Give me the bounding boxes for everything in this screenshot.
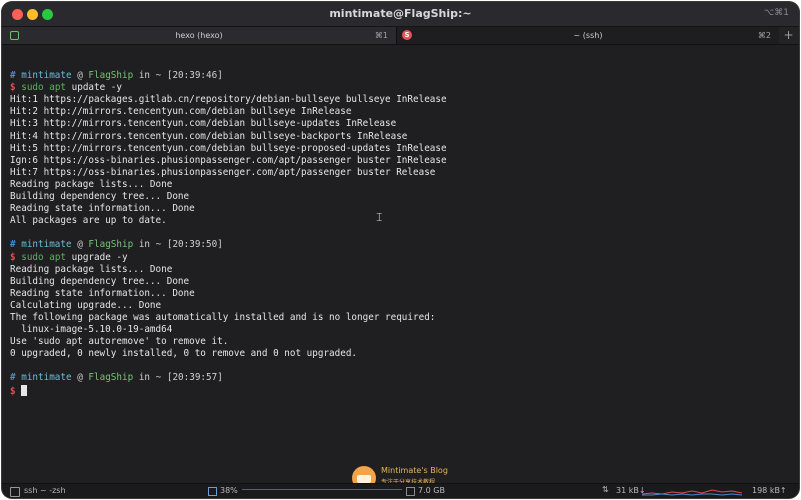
output-line: Reading package lists... Done <box>10 263 173 275</box>
command-line: $ sudo apt update -y <box>10 82 790 94</box>
title-bar[interactable]: mintimate@FlagShip:~ ⌥⌘1 <box>2 2 799 27</box>
prompt-host: FlagShip <box>88 70 134 82</box>
command-args: upgrade -y <box>71 251 128 263</box>
output-line: Hit:5 http://mirrors.tencentyun.com/debi… <box>10 142 447 154</box>
output-line: Calculating upgrade... Done <box>10 299 162 311</box>
tab-label: ~ (ssh) <box>573 31 603 40</box>
prompt-in: in <box>138 372 151 384</box>
memory-icon <box>406 487 415 496</box>
prompt-hash: # <box>10 372 16 384</box>
prompt-host: FlagShip <box>88 372 134 384</box>
command-name: sudo <box>21 251 44 263</box>
watermark-name: Mintimate's Blog <box>381 466 448 475</box>
output-line: Hit:7 https://oss-binaries.phusionpassen… <box>10 166 436 178</box>
output-line: Ign:6 https://oss-binaries.phusionpassen… <box>10 154 447 166</box>
output-line: Hit:1 https://packages.gitlab.cn/reposit… <box>10 94 447 106</box>
tab-label: hexo (hexo) <box>175 31 223 40</box>
output-line: linux-image-5.10.0-19-amd64 <box>10 324 173 336</box>
tab-shortcut: ⌘2 <box>757 31 771 40</box>
status-memory: 7.0 GB <box>418 486 445 495</box>
window-title: mintimate@FlagShip:~ <box>329 7 472 20</box>
prompt-time: [20:39:57] <box>166 372 223 384</box>
prompt-dir: ~ <box>155 70 162 82</box>
prompt-line: # mintimate @ FlagShip in ~ [20:39:57] <box>10 372 790 384</box>
tab-shortcut: ⌘1 <box>374 31 388 40</box>
cpu-icon <box>208 487 217 496</box>
terminal-output[interactable]: # mintimate @ FlagShip in ~ [20:39:46] $ … <box>10 58 790 478</box>
text-cursor[interactable] <box>21 384 28 396</box>
folder-icon <box>10 487 20 497</box>
output-line: Reading state information... Done <box>10 287 195 299</box>
cpu-graph <box>242 489 402 494</box>
prompt-at: @ <box>77 372 83 384</box>
input-line: $ <box>10 384 790 397</box>
output-line: Building dependency tree... Done <box>10 275 190 287</box>
prompt-time: [20:39:50] <box>166 239 223 251</box>
status-bar: ssh ~ -zsh 38% 7.0 GB ⇅ 31 kB↓ 198 kB↑ <box>2 483 799 498</box>
output-line: The following package was automatically … <box>10 311 436 323</box>
prompt-dollar: $ <box>10 251 16 263</box>
prompt-time: [20:39:46] <box>166 70 223 82</box>
text-ibeam-icon: 𝙸 <box>375 210 384 224</box>
prompt-hash: # <box>10 70 16 82</box>
tab-ssh[interactable]: S ~ (ssh) ⌘2 <box>396 27 779 44</box>
status-net-up: 198 kB↑ <box>752 486 787 495</box>
command-args: update -y <box>71 82 122 94</box>
prompt-at: @ <box>77 239 83 251</box>
prompt-dir: ~ <box>155 372 162 384</box>
output-line: All packages are up to date. <box>10 215 167 227</box>
command-subname: apt <box>49 251 67 263</box>
tab-hexo[interactable]: hexo (hexo) ⌘1 <box>2 27 396 44</box>
network-icon: ⇅ <box>602 485 609 494</box>
tab-bar: hexo (hexo) ⌘1 S ~ (ssh) ⌘2 + <box>2 27 799 45</box>
output-line: Hit:3 http://mirrors.tencentyun.com/debi… <box>10 118 397 130</box>
window-hotkey: ⌥⌘1 <box>763 8 789 18</box>
prompt-user: mintimate <box>21 70 72 82</box>
prompt-dollar: $ <box>10 385 16 397</box>
prompt-host: FlagShip <box>88 239 134 251</box>
status-cpu: 38% <box>220 486 238 495</box>
output-line: Hit:4 http://mirrors.tencentyun.com/debi… <box>10 130 408 142</box>
prompt-line: # mintimate @ FlagShip in ~ [20:39:50] <box>10 239 790 251</box>
output-line: Reading state information... Done <box>10 203 195 215</box>
status-shell[interactable]: ssh ~ -zsh <box>24 486 66 495</box>
output-line: Reading package lists... Done <box>10 178 173 190</box>
network-graph <box>642 489 742 496</box>
output-line: Use 'sudo apt autoremove' to remove it. <box>10 336 229 348</box>
command-subname: apt <box>49 82 67 94</box>
prompt-in: in <box>138 239 151 251</box>
terminal-window: mintimate@FlagShip:~ ⌥⌘1 hexo (hexo) ⌘1 … <box>2 2 799 498</box>
new-tab-button[interactable]: + <box>778 27 799 44</box>
prompt-hash: # <box>10 239 16 251</box>
prompt-dollar: $ <box>10 82 16 94</box>
command-line: $ sudo apt upgrade -y <box>10 252 790 264</box>
output-line: Hit:2 http://mirrors.tencentyun.com/debi… <box>10 106 352 118</box>
prompt-in: in <box>138 70 151 82</box>
prompt-dir: ~ <box>155 239 162 251</box>
command-name: sudo <box>21 82 44 94</box>
output-line: Building dependency tree... Done <box>10 191 190 203</box>
prompt-line: # mintimate @ FlagShip in ~ [20:39:46] <box>10 70 790 82</box>
prompt-user: mintimate <box>21 372 72 384</box>
output-line: 0 upgraded, 0 newly installed, 0 to remo… <box>10 348 358 360</box>
prompt-user: mintimate <box>21 239 72 251</box>
prompt-at: @ <box>77 70 83 82</box>
